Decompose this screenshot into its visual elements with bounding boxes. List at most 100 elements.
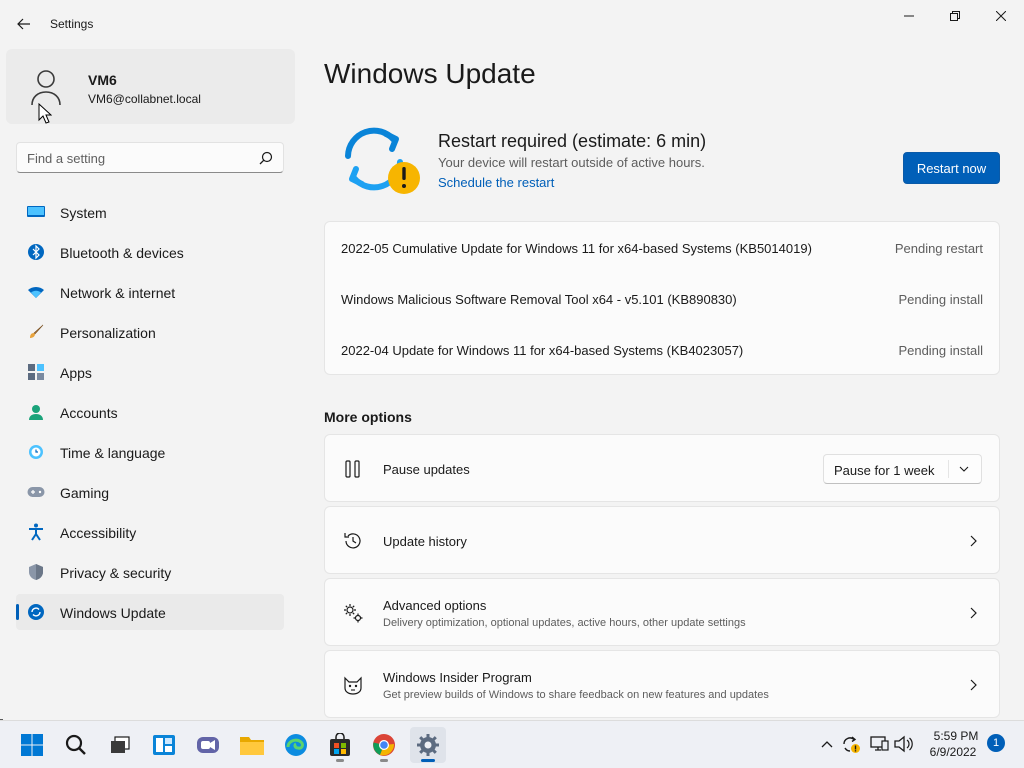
network-wired-icon bbox=[870, 736, 889, 751]
restore-button[interactable] bbox=[932, 4, 978, 28]
insider-cat-icon bbox=[342, 674, 364, 696]
sidebar-item-accessibility[interactable]: Accessibility bbox=[16, 514, 284, 550]
list-item: 2022-05 Cumulative Update for Windows 11… bbox=[325, 222, 999, 273]
wifi-icon bbox=[27, 283, 45, 301]
avatar-icon bbox=[31, 70, 61, 106]
windows-insider-card[interactable]: Windows Insider Program Get preview buil… bbox=[324, 650, 1000, 718]
pause-icon bbox=[342, 458, 364, 480]
chevron-right-icon bbox=[970, 679, 977, 691]
advanced-options-label: Advanced options bbox=[383, 598, 487, 613]
taskbar-search-button[interactable] bbox=[58, 727, 94, 763]
restart-now-button[interactable]: Restart now bbox=[903, 152, 1000, 184]
update-icon bbox=[27, 603, 45, 621]
search-input[interactable] bbox=[27, 149, 252, 167]
advanced-options-card[interactable]: Advanced options Delivery optimization, … bbox=[324, 578, 1000, 646]
chevron-up-icon bbox=[821, 741, 833, 748]
start-button[interactable] bbox=[14, 727, 50, 763]
close-button[interactable] bbox=[978, 4, 1024, 28]
clock-date[interactable]: 6/9/2022 bbox=[922, 745, 984, 759]
update-name: 2022-05 Cumulative Update for Windows 11… bbox=[341, 241, 812, 256]
back-button[interactable] bbox=[12, 12, 36, 36]
update-status-title: Restart required (estimate: 6 min) bbox=[438, 131, 707, 151]
settings-icon bbox=[417, 734, 439, 756]
gears-icon bbox=[342, 602, 364, 624]
store-button[interactable] bbox=[322, 727, 358, 763]
apps-icon bbox=[27, 363, 45, 381]
sidebar-item-bluetooth[interactable]: Bluetooth & devices bbox=[16, 234, 284, 270]
restore-icon bbox=[950, 11, 960, 21]
title-bar: Settings bbox=[0, 0, 1024, 48]
windows-insider-description: Get preview builds of Windows to share f… bbox=[383, 689, 769, 701]
sidebar-nav: System Bluetooth & devices Network & int… bbox=[16, 194, 284, 634]
settings-search[interactable] bbox=[16, 142, 284, 173]
mouse-pointer-icon bbox=[38, 103, 52, 124]
sidebar-item-time-language[interactable]: Time & language bbox=[16, 434, 284, 470]
sidebar-item-network[interactable]: Network & internet bbox=[16, 274, 284, 310]
sidebar-item-gaming[interactable]: Gaming bbox=[16, 474, 284, 510]
clock-time[interactable]: 5:59 PM bbox=[928, 729, 984, 743]
page-title: Windows Update bbox=[324, 58, 536, 89]
sidebar-item-label: Time & language bbox=[60, 445, 166, 461]
task-view-button[interactable] bbox=[102, 727, 138, 763]
settings-taskbar-button[interactable] bbox=[410, 727, 446, 763]
show-hidden-icons-button[interactable] bbox=[816, 733, 838, 755]
chevron-right-icon bbox=[970, 535, 977, 547]
close-icon bbox=[996, 11, 1006, 21]
widgets-icon bbox=[153, 735, 175, 755]
sidebar-item-windows-update[interactable]: Windows Update bbox=[16, 594, 284, 630]
sidebar-item-apps[interactable]: Apps bbox=[16, 354, 284, 390]
speaker-icon bbox=[894, 735, 913, 753]
sidebar-item-label: Personalization bbox=[60, 325, 156, 341]
minimize-button[interactable] bbox=[886, 4, 932, 28]
chrome-button[interactable] bbox=[366, 727, 402, 763]
globe-clock-icon bbox=[27, 443, 45, 461]
search-icon bbox=[65, 734, 86, 755]
chat-icon bbox=[197, 737, 219, 753]
update-sync-warning-icon bbox=[345, 127, 420, 194]
network-tray-button[interactable] bbox=[868, 733, 890, 755]
update-history-label: Update history bbox=[383, 534, 467, 549]
update-name: Windows Malicious Software Removal Tool … bbox=[341, 292, 737, 307]
edge-button[interactable] bbox=[278, 727, 314, 763]
sidebar-item-label: Network & internet bbox=[60, 285, 176, 301]
volume-tray-button[interactable] bbox=[892, 733, 914, 755]
notification-badge[interactable]: 1 bbox=[987, 734, 1005, 752]
sidebar-item-accounts[interactable]: Accounts bbox=[16, 394, 284, 430]
update-status: Pending install bbox=[898, 343, 983, 358]
chevron-down-icon bbox=[959, 466, 969, 472]
file-explorer-button[interactable] bbox=[234, 727, 270, 763]
widgets-button[interactable] bbox=[146, 727, 182, 763]
sidebar-item-privacy-security[interactable]: Privacy & security bbox=[16, 554, 284, 590]
pending-updates-list: 2022-05 Cumulative Update for Windows 11… bbox=[324, 221, 1000, 375]
advanced-options-description: Delivery optimization, optional updates,… bbox=[383, 617, 746, 629]
update-tray-button[interactable] bbox=[840, 733, 862, 755]
sidebar-item-label: Accessibility bbox=[60, 525, 137, 541]
person-icon bbox=[27, 403, 45, 421]
sidebar-item-personalization[interactable]: Personalization bbox=[16, 314, 284, 350]
edge-icon bbox=[285, 734, 307, 756]
more-options-heading: More options bbox=[324, 409, 412, 425]
update-status-subtitle: Your device will restart outside of acti… bbox=[438, 155, 705, 170]
sidebar-item-label: Bluetooth & devices bbox=[60, 245, 184, 261]
running-indicator bbox=[380, 759, 388, 762]
schedule-restart-link[interactable]: Schedule the restart bbox=[438, 175, 554, 190]
search-icon[interactable] bbox=[259, 151, 273, 165]
gamepad-icon bbox=[27, 483, 45, 501]
update-history-card[interactable]: Update history bbox=[324, 506, 1000, 574]
sidebar-item-system[interactable]: System bbox=[16, 194, 284, 230]
sidebar-item-label: System bbox=[60, 205, 107, 221]
running-indicator bbox=[336, 759, 344, 762]
pause-updates-label: Pause updates bbox=[383, 462, 470, 477]
sidebar-item-label: Gaming bbox=[60, 485, 110, 501]
history-icon bbox=[342, 530, 364, 552]
pause-updates-card: Pause updates Pause for 1 week bbox=[324, 434, 1000, 502]
running-indicator bbox=[421, 759, 435, 762]
chat-button[interactable] bbox=[190, 727, 226, 763]
pause-duration-dropdown[interactable]: Pause for 1 week bbox=[823, 454, 982, 484]
arrow-left-icon bbox=[17, 18, 30, 30]
sidebar-item-label: Apps bbox=[60, 365, 92, 381]
dropdown-divider bbox=[948, 460, 949, 478]
file-explorer-icon bbox=[240, 737, 264, 755]
start-icon bbox=[21, 734, 43, 756]
profile-name: VM6 bbox=[88, 72, 117, 88]
